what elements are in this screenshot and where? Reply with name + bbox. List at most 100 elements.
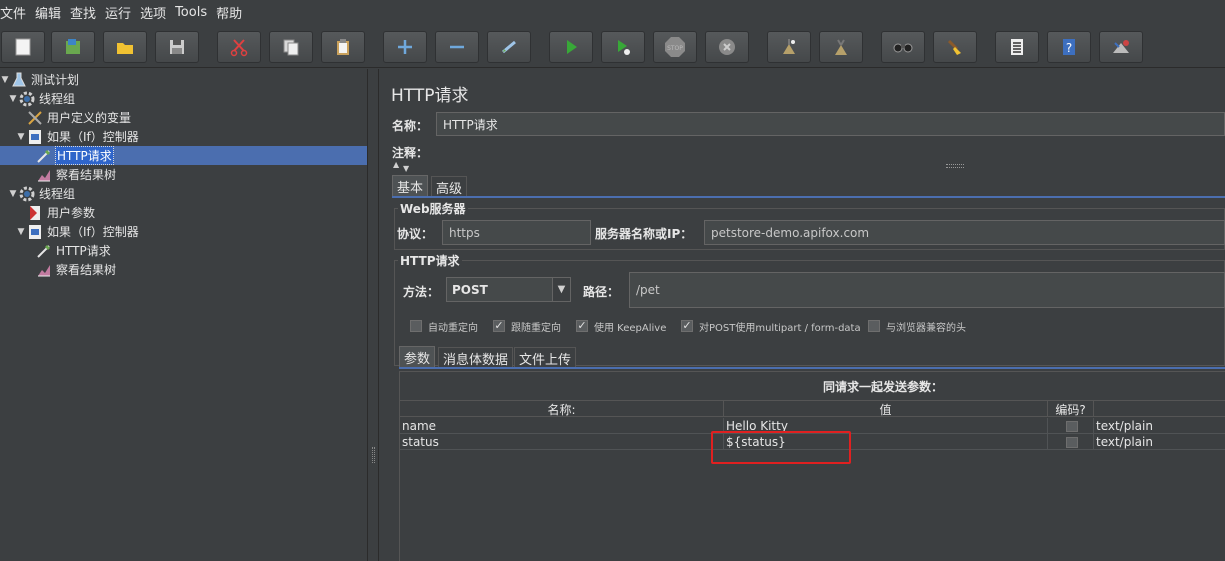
method-label: 方法： <box>403 285 440 299</box>
parameters-table: 同请求一起发送参数： 名称: 值 编码? name Hello Kitty te… <box>399 371 1225 561</box>
tree-item-if-controller[interactable]: ▼ 如果（If）控制器 <box>16 222 140 241</box>
tab-parameters[interactable]: 参数 <box>399 346 436 367</box>
checkbox-unchecked-icon <box>868 320 880 332</box>
chevron-down-icon[interactable]: ▼ <box>552 278 570 301</box>
tree-item-http-request-selected[interactable]: HTTP请求 <box>0 146 367 165</box>
tree-item-if-controller[interactable]: ▼ 如果（If）控制器 <box>16 127 140 146</box>
checkbox-label: 自动重定向 <box>428 322 478 334</box>
keepalive-checkbox[interactable]: ✓ 使用 KeepAlive <box>576 318 666 334</box>
shutdown-button[interactable] <box>705 31 749 63</box>
menu-run[interactable]: 运行 <box>103 3 136 22</box>
menu-edit[interactable]: 编辑 <box>33 3 66 22</box>
checkbox-unchecked-icon[interactable] <box>1066 436 1078 448</box>
param-name-cell[interactable]: name <box>400 418 724 434</box>
split-pane-divider[interactable] <box>367 69 379 561</box>
function-helper-button[interactable] <box>995 31 1039 63</box>
column-header-content-type[interactable] <box>1094 401 1225 417</box>
browser-compatible-headers-checkbox[interactable]: 与浏览器兼容的头 <box>868 318 966 334</box>
tab-advanced[interactable]: 高级 <box>431 176 468 197</box>
collapse-bar[interactable]: ▲ ▼ <box>391 161 1225 173</box>
search-button[interactable] <box>881 31 925 63</box>
comment-label: 注释： <box>392 146 429 160</box>
param-encode-cell[interactable] <box>1048 434 1094 450</box>
http-request-group-title: HTTP请求 <box>398 252 462 269</box>
tree-item-thread-group[interactable]: ▼ 线程组 <box>8 89 76 108</box>
column-header-value[interactable]: 值 <box>724 401 1048 417</box>
collapse-down-icon[interactable]: ▼ <box>403 165 409 173</box>
auto-redirect-checkbox[interactable]: 自动重定向 <box>410 318 478 334</box>
param-encode-cell[interactable] <box>1048 418 1094 434</box>
param-content-type-cell[interactable]: text/plain <box>1094 434 1225 450</box>
clear-icon <box>783 39 795 54</box>
paste-button[interactable] <box>321 31 365 63</box>
tab-file-upload[interactable]: 文件上传 <box>514 347 577 368</box>
path-field[interactable]: /pet <box>629 272 1225 308</box>
stop-button[interactable]: STOP <box>653 31 697 63</box>
tree-item-test-plan[interactable]: ▼ 测试计划 <box>0 70 80 89</box>
server-field[interactable]: petstore-demo.apifox.com <box>704 220 1225 245</box>
tree-item-user-parameters[interactable]: 用户参数 <box>27 203 96 222</box>
annotation-highlight-box <box>711 431 851 464</box>
save-button[interactable] <box>155 31 199 63</box>
expand-arrow-icon[interactable]: ▼ <box>16 132 26 142</box>
start-no-timers-button[interactable] <box>601 31 645 63</box>
toggle-button[interactable] <box>487 31 531 63</box>
test-plan-tree: ▼ 测试计划 ▼ 线程组 用户定义的变量 ▼ 如果（If）控制器 HTTP请求 … <box>0 69 367 561</box>
help-button[interactable]: ? <box>1047 31 1091 63</box>
page-title: HTTP请求 <box>391 86 469 106</box>
tree-item-thread-group[interactable]: ▼ 线程组 <box>8 184 76 203</box>
follow-redirect-checkbox[interactable]: ✓ 跟随重定向 <box>493 318 561 334</box>
column-header-name[interactable]: 名称: <box>400 401 724 417</box>
listener-icon <box>36 262 52 278</box>
expand-up-icon[interactable]: ▲ <box>393 161 399 169</box>
paste-icon <box>337 39 349 55</box>
param-content-type-cell[interactable]: text/plain <box>1094 418 1225 434</box>
menu-tools[interactable]: Tools <box>173 5 212 20</box>
comment-field[interactable] <box>432 143 1225 161</box>
menu-help[interactable]: 帮助 <box>214 3 247 22</box>
tree-item-user-defined-variables[interactable]: 用户定义的变量 <box>27 108 132 127</box>
menu-file[interactable]: 文件 <box>0 3 31 22</box>
expand-arrow-icon[interactable]: ▼ <box>8 189 18 199</box>
menu-search[interactable]: 查找 <box>68 3 101 22</box>
tree-item-label: 用户参数 <box>47 206 96 220</box>
tree-item-view-results-tree[interactable]: 察看结果树 <box>36 260 117 279</box>
remote-button[interactable] <box>1099 31 1143 63</box>
tab-basic[interactable]: 基本 <box>392 175 429 196</box>
menu-options[interactable]: 选项 <box>138 3 171 22</box>
multipart-checkbox[interactable]: ✓ 对POST使用multipart / form-data <box>681 318 861 334</box>
drag-handle-icon[interactable] <box>946 164 964 168</box>
divider-grip-icon[interactable] <box>372 447 375 463</box>
server-label: 服务器名称或IP： <box>595 227 693 241</box>
checkbox-unchecked-icon[interactable] <box>1066 420 1078 432</box>
cut-button[interactable] <box>217 31 261 63</box>
clear-all-button[interactable] <box>819 31 863 63</box>
toolbar: STOP ? <box>0 24 1225 68</box>
tree-item-label: 如果（If）控制器 <box>47 130 139 144</box>
tree-item-view-results-tree[interactable]: 察看结果树 <box>36 165 117 184</box>
expand-arrow-icon[interactable]: ▼ <box>16 227 26 237</box>
start-button[interactable] <box>549 31 593 63</box>
name-field[interactable]: HTTP请求 <box>436 112 1225 136</box>
checkbox-checked-icon: ✓ <box>493 319 505 332</box>
templates-button[interactable] <box>51 31 95 63</box>
reset-search-button[interactable] <box>933 31 977 63</box>
svg-text:STOP: STOP <box>667 45 683 52</box>
collapse-button[interactable] <box>435 31 479 63</box>
tab-underline <box>392 196 1225 198</box>
param-name-cell[interactable]: status <box>400 434 724 450</box>
toggle-icon <box>502 40 516 54</box>
clear-button[interactable] <box>767 31 811 63</box>
expand-arrow-icon[interactable]: ▼ <box>0 75 10 85</box>
column-header-encode[interactable]: 编码? <box>1048 401 1094 417</box>
tab-body-data[interactable]: 消息体数据 <box>438 347 514 368</box>
new-button[interactable] <box>1 31 45 63</box>
open-button[interactable] <box>103 31 147 63</box>
tree-item-http-request[interactable]: HTTP请求 <box>36 241 112 260</box>
expand-icon <box>398 40 412 54</box>
copy-button[interactable] <box>269 31 313 63</box>
method-select[interactable]: POST ▼ <box>446 277 571 302</box>
expand-arrow-icon[interactable]: ▼ <box>8 94 18 104</box>
protocol-field[interactable]: https <box>442 220 591 245</box>
expand-button[interactable] <box>383 31 427 63</box>
